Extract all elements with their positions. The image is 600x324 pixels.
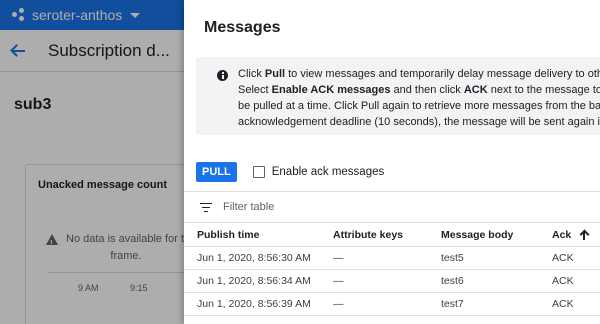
- messages-table: Publish time Attribute keys Message body…: [184, 223, 600, 316]
- table-row: Jun 1, 2020, 8:56:39 AM — test7 ACK: [184, 293, 600, 316]
- sort-ascending-icon[interactable]: [579, 230, 589, 240]
- info-text: Click Pull to view messages and temporar…: [238, 66, 600, 130]
- column-header-message-body[interactable]: Message body: [441, 223, 513, 246]
- info-line: Click Pull to view messages and temporar…: [238, 68, 600, 80]
- pull-button[interactable]: PULL: [196, 162, 237, 182]
- info-line: Select Enable ACK messages and then clic…: [238, 84, 600, 96]
- publish-time-cell: Jun 1, 2020, 8:56:30 AM: [197, 252, 311, 264]
- enable-ack-label[interactable]: Enable ack messages: [272, 166, 385, 178]
- ack-button[interactable]: ACK: [552, 270, 574, 292]
- panel-title: Messages: [204, 19, 281, 36]
- messages-panel: Messages Click Pull to view messages and…: [184, 0, 600, 324]
- message-body-cell: test5: [441, 252, 464, 264]
- info-banner: Click Pull to view messages and temporar…: [196, 57, 600, 135]
- info-icon: [217, 70, 228, 81]
- filter-bar: [184, 191, 600, 223]
- ack-header-label: Ack: [552, 228, 572, 241]
- enable-ack-checkbox[interactable]: [252, 166, 265, 178]
- column-header-ack[interactable]: Ack: [552, 223, 589, 246]
- message-body-cell: test7: [441, 298, 464, 310]
- table-row: Jun 1, 2020, 8:56:34 AM — test6 ACK: [184, 270, 600, 293]
- info-line: be pulled at a time. Click Pull again to…: [238, 100, 600, 112]
- messages-toolbar: PULL Enable ack messages: [196, 161, 384, 183]
- filter-table-input[interactable]: [223, 201, 523, 213]
- column-header-attribute-keys[interactable]: Attribute keys: [333, 223, 403, 246]
- table-row: Jun 1, 2020, 8:56:30 AM — test5 ACK: [184, 247, 600, 270]
- table-header-row: Publish time Attribute keys Message body…: [184, 223, 600, 247]
- publish-time-cell: Jun 1, 2020, 8:56:39 AM: [197, 298, 311, 310]
- info-line: acknowledgement deadline (10 seconds), t…: [238, 116, 600, 128]
- ack-button[interactable]: ACK: [552, 247, 574, 269]
- publish-time-cell: Jun 1, 2020, 8:56:34 AM: [197, 275, 311, 287]
- message-body-cell: test6: [441, 275, 464, 287]
- filter-icon[interactable]: [200, 202, 212, 212]
- ack-button[interactable]: ACK: [552, 293, 574, 315]
- attribute-keys-cell: —: [333, 252, 344, 264]
- column-header-publish-time[interactable]: Publish time: [197, 223, 259, 246]
- attribute-keys-cell: —: [333, 275, 344, 287]
- attribute-keys-cell: —: [333, 298, 344, 310]
